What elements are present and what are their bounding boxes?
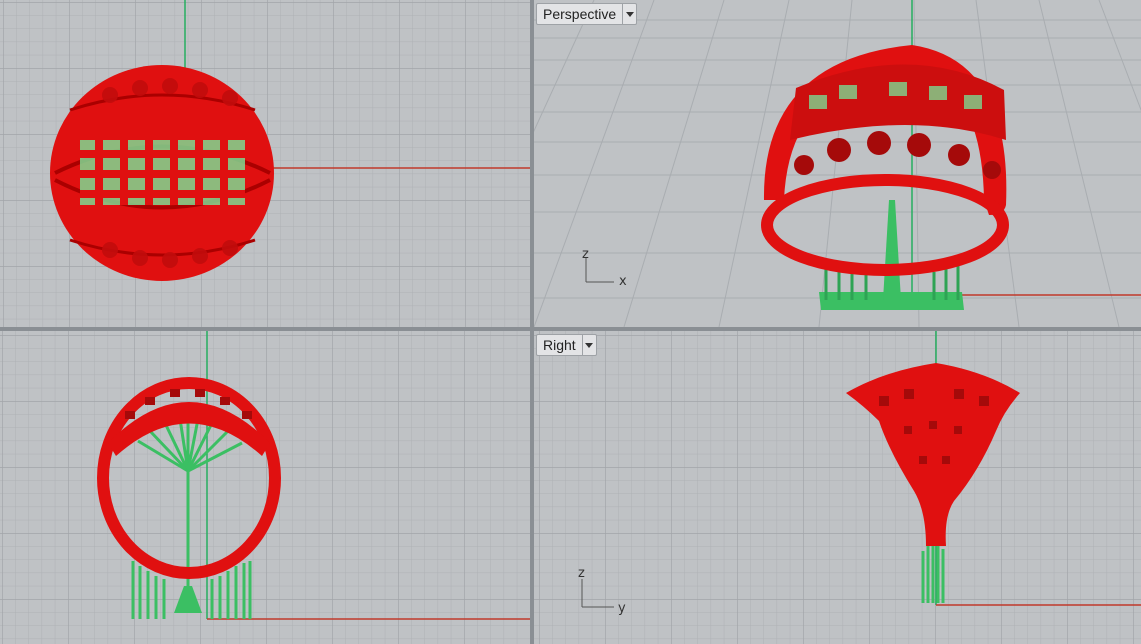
ring-model-perspective[interactable] [761, 45, 1009, 276]
perspective-view-canvas: z x [534, 0, 1141, 327]
viewport-right[interactable]: Right z y [534, 331, 1141, 644]
viewport-title: Right [543, 337, 576, 353]
front-view-canvas [0, 331, 530, 644]
viewport-perspective[interactable]: Perspective z x [534, 0, 1141, 327]
top-view-canvas [0, 0, 530, 327]
viewport-tab-right[interactable]: Right [536, 334, 597, 356]
grid-major [0, 331, 530, 644]
z-axis-label: z [582, 247, 589, 262]
support-structure [819, 200, 964, 310]
x-axis-label: x [619, 274, 627, 289]
ring-model-top[interactable] [50, 65, 274, 281]
viewport-front[interactable] [0, 331, 530, 644]
viewport-tab-perspective[interactable]: Perspective [536, 3, 638, 25]
viewport-top[interactable] [0, 0, 530, 327]
rhino-app: Perspective z x Right z y [0, 0, 1141, 644]
chevron-down-icon[interactable] [581, 335, 596, 355]
viewport-title: Perspective [543, 6, 617, 22]
right-view-canvas: z y [534, 331, 1141, 644]
chevron-down-icon[interactable] [622, 4, 636, 24]
z-axis-label: z [578, 566, 585, 581]
grid-major [534, 331, 1141, 644]
y-axis-label: y [618, 601, 626, 616]
